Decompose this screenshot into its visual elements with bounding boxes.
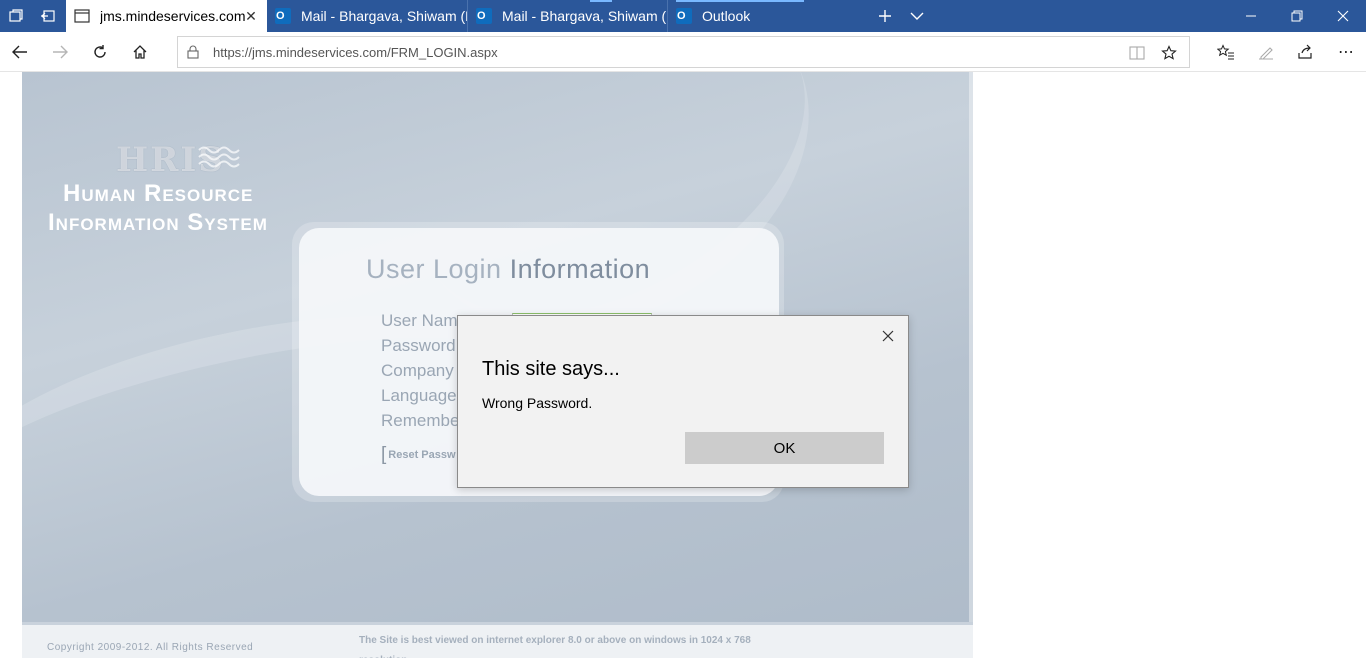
home-icon[interactable] <box>120 32 160 72</box>
tab-mail-2[interactable]: Mail - Bhargava, Shiwam (M <box>468 0 668 32</box>
favorite-star-icon[interactable] <box>1160 44 1178 62</box>
page-edge <box>969 72 973 658</box>
page-icon <box>74 8 90 24</box>
close-icon[interactable]: ✕ <box>243 8 259 24</box>
more-options-icon[interactable]: ⋯ <box>1326 32 1366 72</box>
login-title-part2: Information <box>509 254 651 284</box>
reset-password-link[interactable]: [Reset Passw <box>381 444 456 466</box>
company-label: Company <box>381 361 454 380</box>
page-footer: Copyright 2009-2012. All Rights Reserved… <box>22 622 973 658</box>
minimize-button[interactable] <box>1228 0 1274 32</box>
lock-icon <box>186 45 200 59</box>
reset-link-text[interactable]: Reset Passw <box>388 449 455 461</box>
outlook-icon <box>476 8 492 24</box>
loading-indicator <box>590 0 612 2</box>
outlook-icon <box>676 8 692 24</box>
login-title: User Login Information <box>366 254 650 285</box>
close-window-button[interactable] <box>1320 0 1366 32</box>
best-view-note: The Site is best viewed on internet expl… <box>359 635 751 658</box>
system-name-line1: Human Resource <box>63 180 254 207</box>
url-text[interactable]: https://jms.mindeservices.com/FRM_LOGIN.… <box>213 45 498 60</box>
tab-title: Mail - Bhargava, Shiwam (M <box>301 8 467 24</box>
bracket-glyph: [ <box>381 444 387 465</box>
outlook-icon <box>275 8 291 24</box>
tab-mail-1[interactable]: Mail - Bhargava, Shiwam (M <box>267 0 468 32</box>
username-label: User Nam <box>381 311 458 330</box>
navigation-bar: https://jms.mindeservices.com/FRM_LOGIN.… <box>0 32 1366 72</box>
password-label: Password <box>381 336 456 355</box>
system-name-line2: Information System <box>48 209 268 236</box>
tab-title: jms.mindeservices.com <box>100 8 246 24</box>
dialog-title: This site says... <box>482 358 620 380</box>
tab-title: Outlook <box>702 8 751 24</box>
back-arrow-icon[interactable] <box>0 32 40 72</box>
refresh-icon[interactable] <box>80 32 120 72</box>
loading-indicator <box>676 0 804 2</box>
forward-arrow-icon[interactable] <box>40 32 80 72</box>
pen-notes-icon[interactable] <box>1246 32 1286 72</box>
favorites-hub-icon[interactable] <box>1206 32 1246 72</box>
copyright-text: Copyright 2009-2012. All Rights Reserved <box>47 642 254 653</box>
browser-title-bar: jms.mindeservices.com ✕ Mail - Bhargava,… <box>0 0 1366 32</box>
tab-title: Mail - Bhargava, Shiwam (M <box>502 8 667 24</box>
alert-dialog: This site says... Wrong Password. OK <box>457 315 909 488</box>
dialog-message: Wrong Password. <box>482 395 593 411</box>
wave-logo-icon <box>198 146 240 168</box>
address-bar[interactable]: https://jms.mindeservices.com/FRM_LOGIN.… <box>177 36 1190 68</box>
share-icon[interactable] <box>1285 32 1325 72</box>
set-aside-tabs-icon[interactable] <box>32 0 64 32</box>
tab-jms[interactable]: jms.mindeservices.com ✕ <box>66 0 267 32</box>
tab-preview-chevron-down-icon[interactable] <box>901 0 933 32</box>
tab-outlook[interactable]: Outlook <box>668 0 868 32</box>
language-label: Language <box>381 386 457 405</box>
reading-view-icon[interactable] <box>1128 44 1146 62</box>
login-title-part1: User Login <box>366 254 502 284</box>
ok-button[interactable]: OK <box>685 432 884 464</box>
remember-label: Remembe <box>381 411 460 430</box>
new-tab-icon[interactable] <box>869 0 901 32</box>
close-icon[interactable] <box>878 326 898 346</box>
tab-manager-icon[interactable] <box>0 0 32 32</box>
restore-button[interactable] <box>1274 0 1320 32</box>
